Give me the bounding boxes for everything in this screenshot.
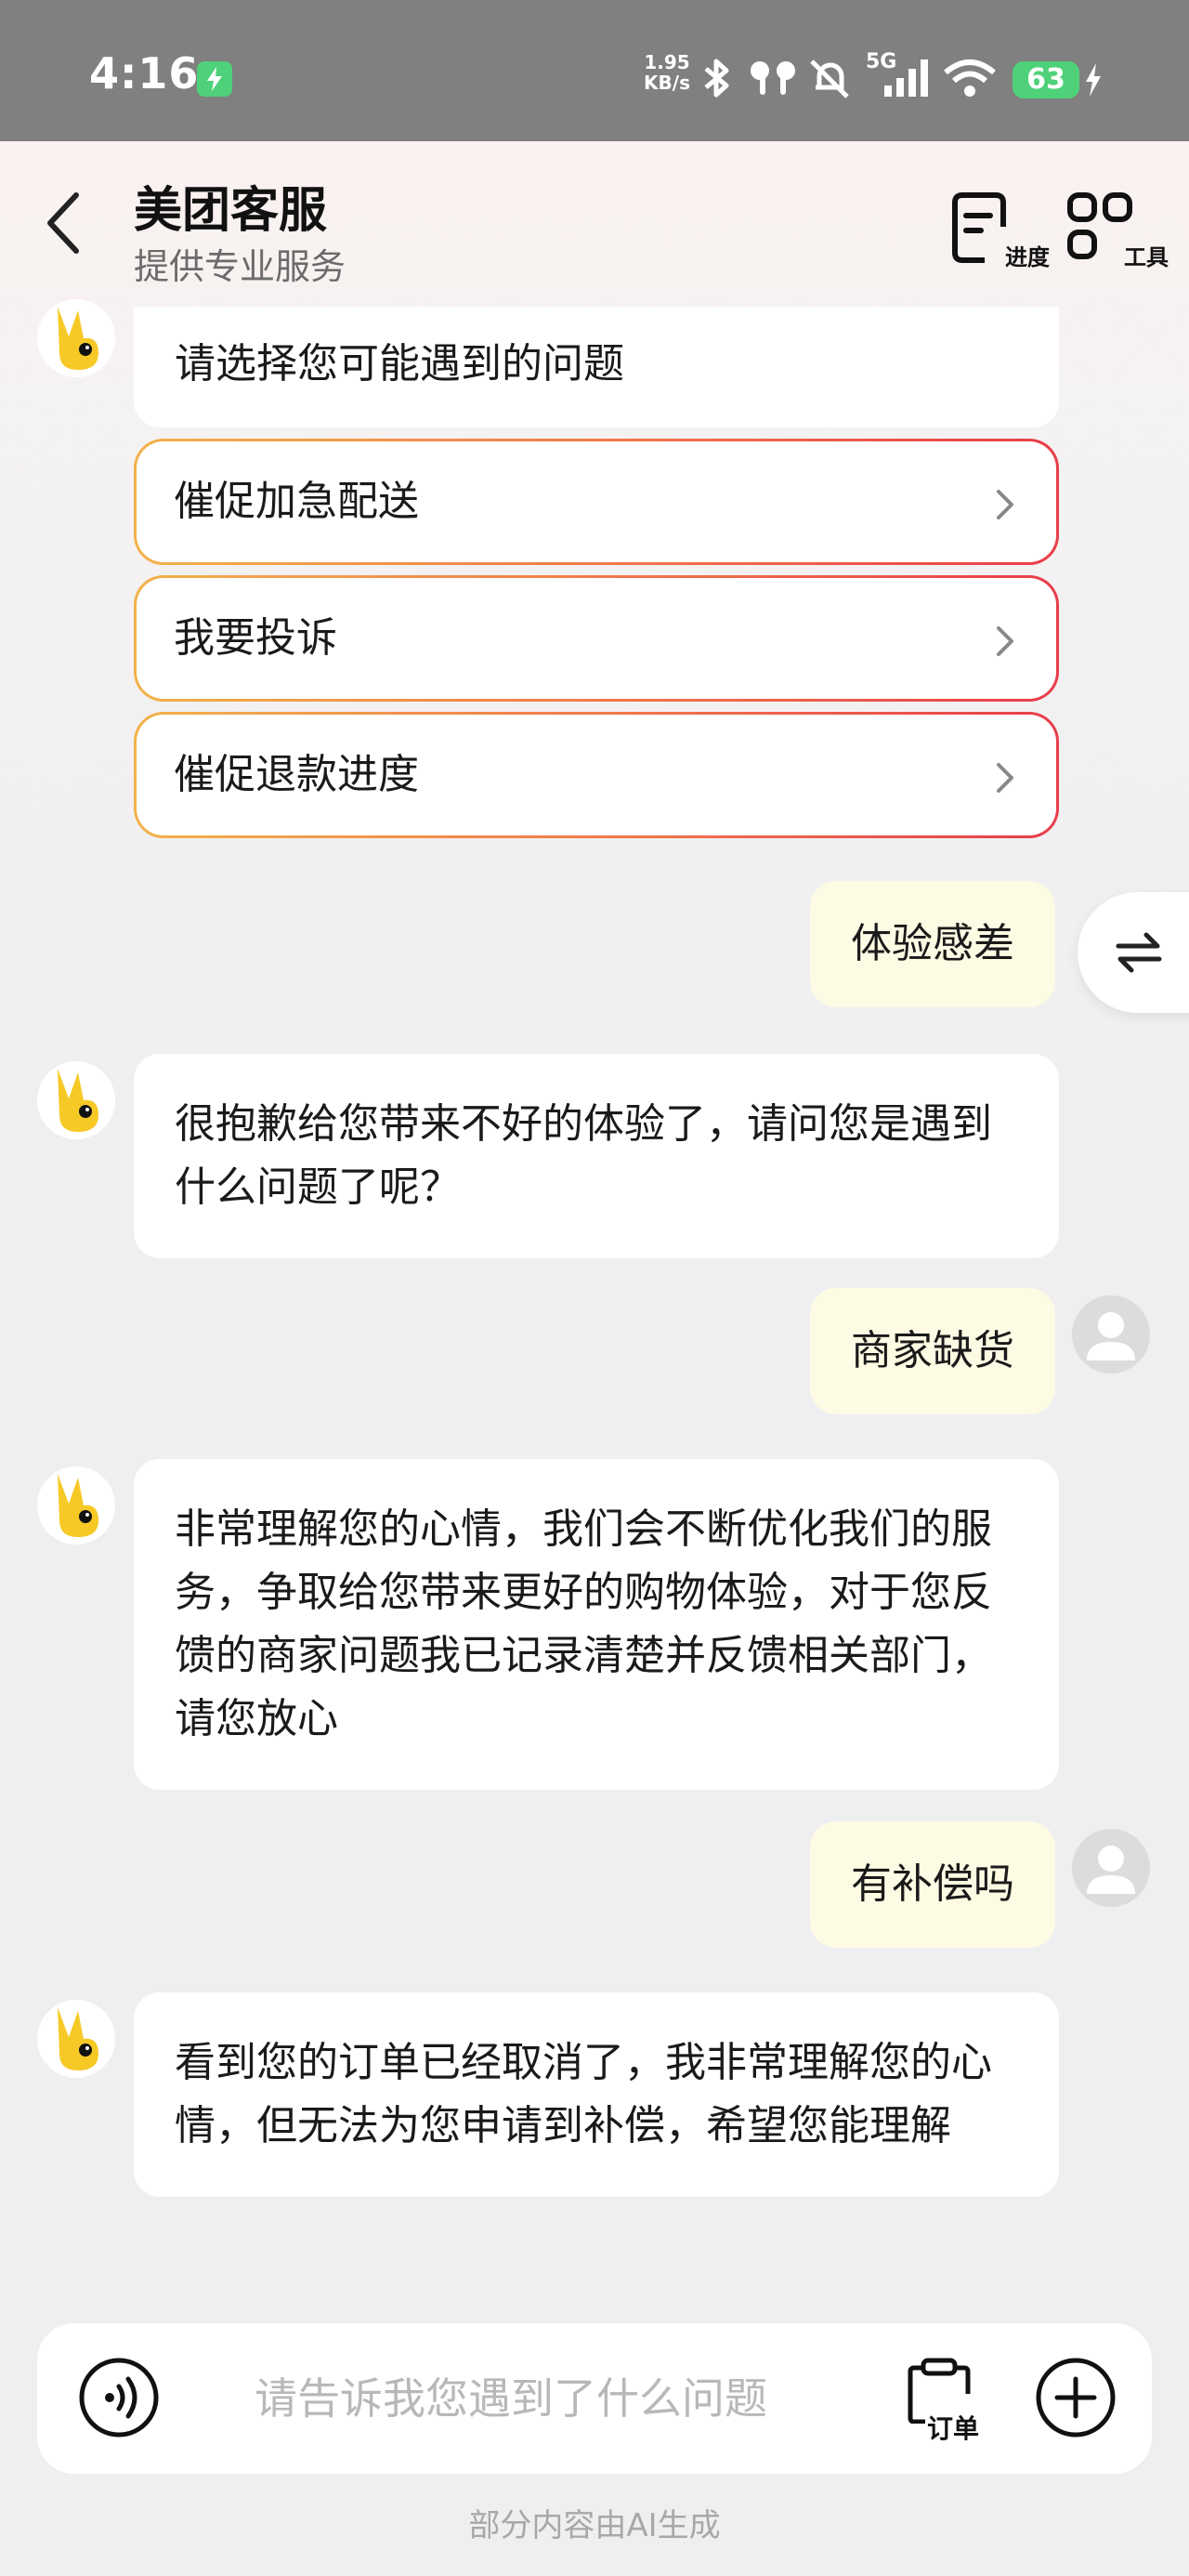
- user-avatar[interactable]: [1072, 1295, 1150, 1373]
- back-button[interactable]: [37, 186, 93, 260]
- bot-message: 很抱歉给您带来不好的体验了，请问您是遇到什么问题了呢？: [134, 1054, 1059, 1258]
- mascot-icon: [58, 307, 98, 370]
- bot-prompt-text: 请选择您可能遇到的问题: [175, 340, 624, 388]
- progress-icon: [952, 192, 1006, 263]
- mascot-icon: [58, 2007, 98, 2070]
- bot-message: 非常理解您的心情，我们会不断优化我们的服务，争取给您带来更好的购物体验，对于您反…: [134, 1459, 1059, 1790]
- option-label: 我要投诉: [174, 614, 337, 662]
- bot-message: 看到您的订单已经取消了，我非常理解您的心情，但无法为您申请到补偿，希望您能理解: [134, 1992, 1059, 2197]
- chevron-right-icon: [997, 626, 1013, 656]
- bot-message-text: 非常理解您的心情，我们会不断优化我们的服务，争取给您带来更好的购物体验，对于您反…: [175, 1505, 992, 1742]
- bot-avatar: [37, 299, 115, 377]
- user-silhouette-icon: [1087, 1312, 1135, 1360]
- battery-level: 63: [1013, 61, 1079, 99]
- back-arrow-icon: [47, 192, 79, 254]
- user-avatar[interactable]: [1072, 1829, 1150, 1907]
- chevron-right-icon: [997, 763, 1013, 793]
- net-speed-unit: KB/s: [644, 72, 690, 94]
- user-message-text: 有补偿吗: [851, 1860, 1014, 1908]
- user-message: 商家缺货: [810, 1288, 1055, 1414]
- option-label: 催促退款进度: [174, 751, 419, 798]
- switch-button[interactable]: [1078, 892, 1189, 1013]
- swap-arrows-icon: [1116, 932, 1162, 973]
- tools-button[interactable]: 工具: [1066, 190, 1169, 279]
- bot-message-text: 很抱歉给您带来不好的体验了，请问您是遇到什么问题了呢？: [175, 1100, 992, 1211]
- status-bar: 4:16 1.95 KB/s 5G 63: [0, 0, 1189, 141]
- page-subtitle: 提供专业服务: [134, 246, 346, 287]
- chevron-right-icon: [997, 490, 1013, 519]
- mascot-icon: [58, 1474, 98, 1537]
- bluetooth-icon: [704, 59, 729, 98]
- bot-avatar: [37, 1061, 115, 1139]
- user-message-text: 商家缺货: [851, 1327, 1014, 1374]
- more-button[interactable]: [1035, 2357, 1117, 2438]
- bot-message-text: 看到您的订单已经取消了，我非常理解您的心情，但无法为您申请到补偿，希望您能理解: [175, 2039, 992, 2149]
- quick-option-complaint[interactable]: 我要投诉: [134, 575, 1059, 702]
- progress-label: 进度: [1005, 244, 1050, 270]
- battery-charging-icon: [1086, 63, 1101, 97]
- plus-circle-icon: [1036, 2358, 1116, 2438]
- wifi-icon: [944, 59, 996, 97]
- net-speed-value: 1.95: [644, 51, 690, 73]
- quick-option-urge-delivery[interactable]: 催促加急配送: [134, 439, 1059, 565]
- mute-icon: [810, 59, 849, 99]
- voice-icon: [79, 2358, 159, 2438]
- input-bar: 请告诉我您遇到了什么问题 订单: [37, 2323, 1152, 2474]
- bot-avatar: [37, 1466, 115, 1544]
- tools-label: 工具: [1124, 244, 1169, 270]
- net-speed: 1.95 KB/s: [639, 52, 695, 93]
- charging-icon: [197, 61, 232, 97]
- message-input[interactable]: 请告诉我您遇到了什么问题: [255, 2323, 767, 2474]
- ai-generated-note: 部分内容由AI生成: [468, 2507, 721, 2544]
- order-label: 订单: [927, 2413, 980, 2444]
- user-message-text: 体验感差: [851, 920, 1014, 967]
- option-label: 催促加急配送: [174, 478, 419, 525]
- mascot-icon: [58, 1069, 98, 1132]
- user-message: 有补偿吗: [810, 1821, 1055, 1948]
- voice-button[interactable]: [78, 2357, 160, 2438]
- quick-option-refund-progress[interactable]: 催促退款进度: [134, 712, 1059, 838]
- status-time: 4:16: [89, 48, 200, 99]
- user-silhouette-icon: [1087, 1846, 1135, 1894]
- earbuds-icon: [751, 61, 795, 95]
- progress-button[interactable]: 进度: [947, 190, 1050, 279]
- signal-icon: [884, 59, 928, 97]
- page-title: 美团客服: [134, 183, 328, 239]
- chat-header: 美团客服 提供专业服务 进度 工具: [0, 141, 1189, 309]
- user-message: 体验感差: [810, 881, 1055, 1007]
- bot-avatar: [37, 2000, 115, 2078]
- bot-message: 请选择您可能遇到的问题: [134, 307, 1059, 427]
- order-button[interactable]: 订单: [907, 2357, 992, 2446]
